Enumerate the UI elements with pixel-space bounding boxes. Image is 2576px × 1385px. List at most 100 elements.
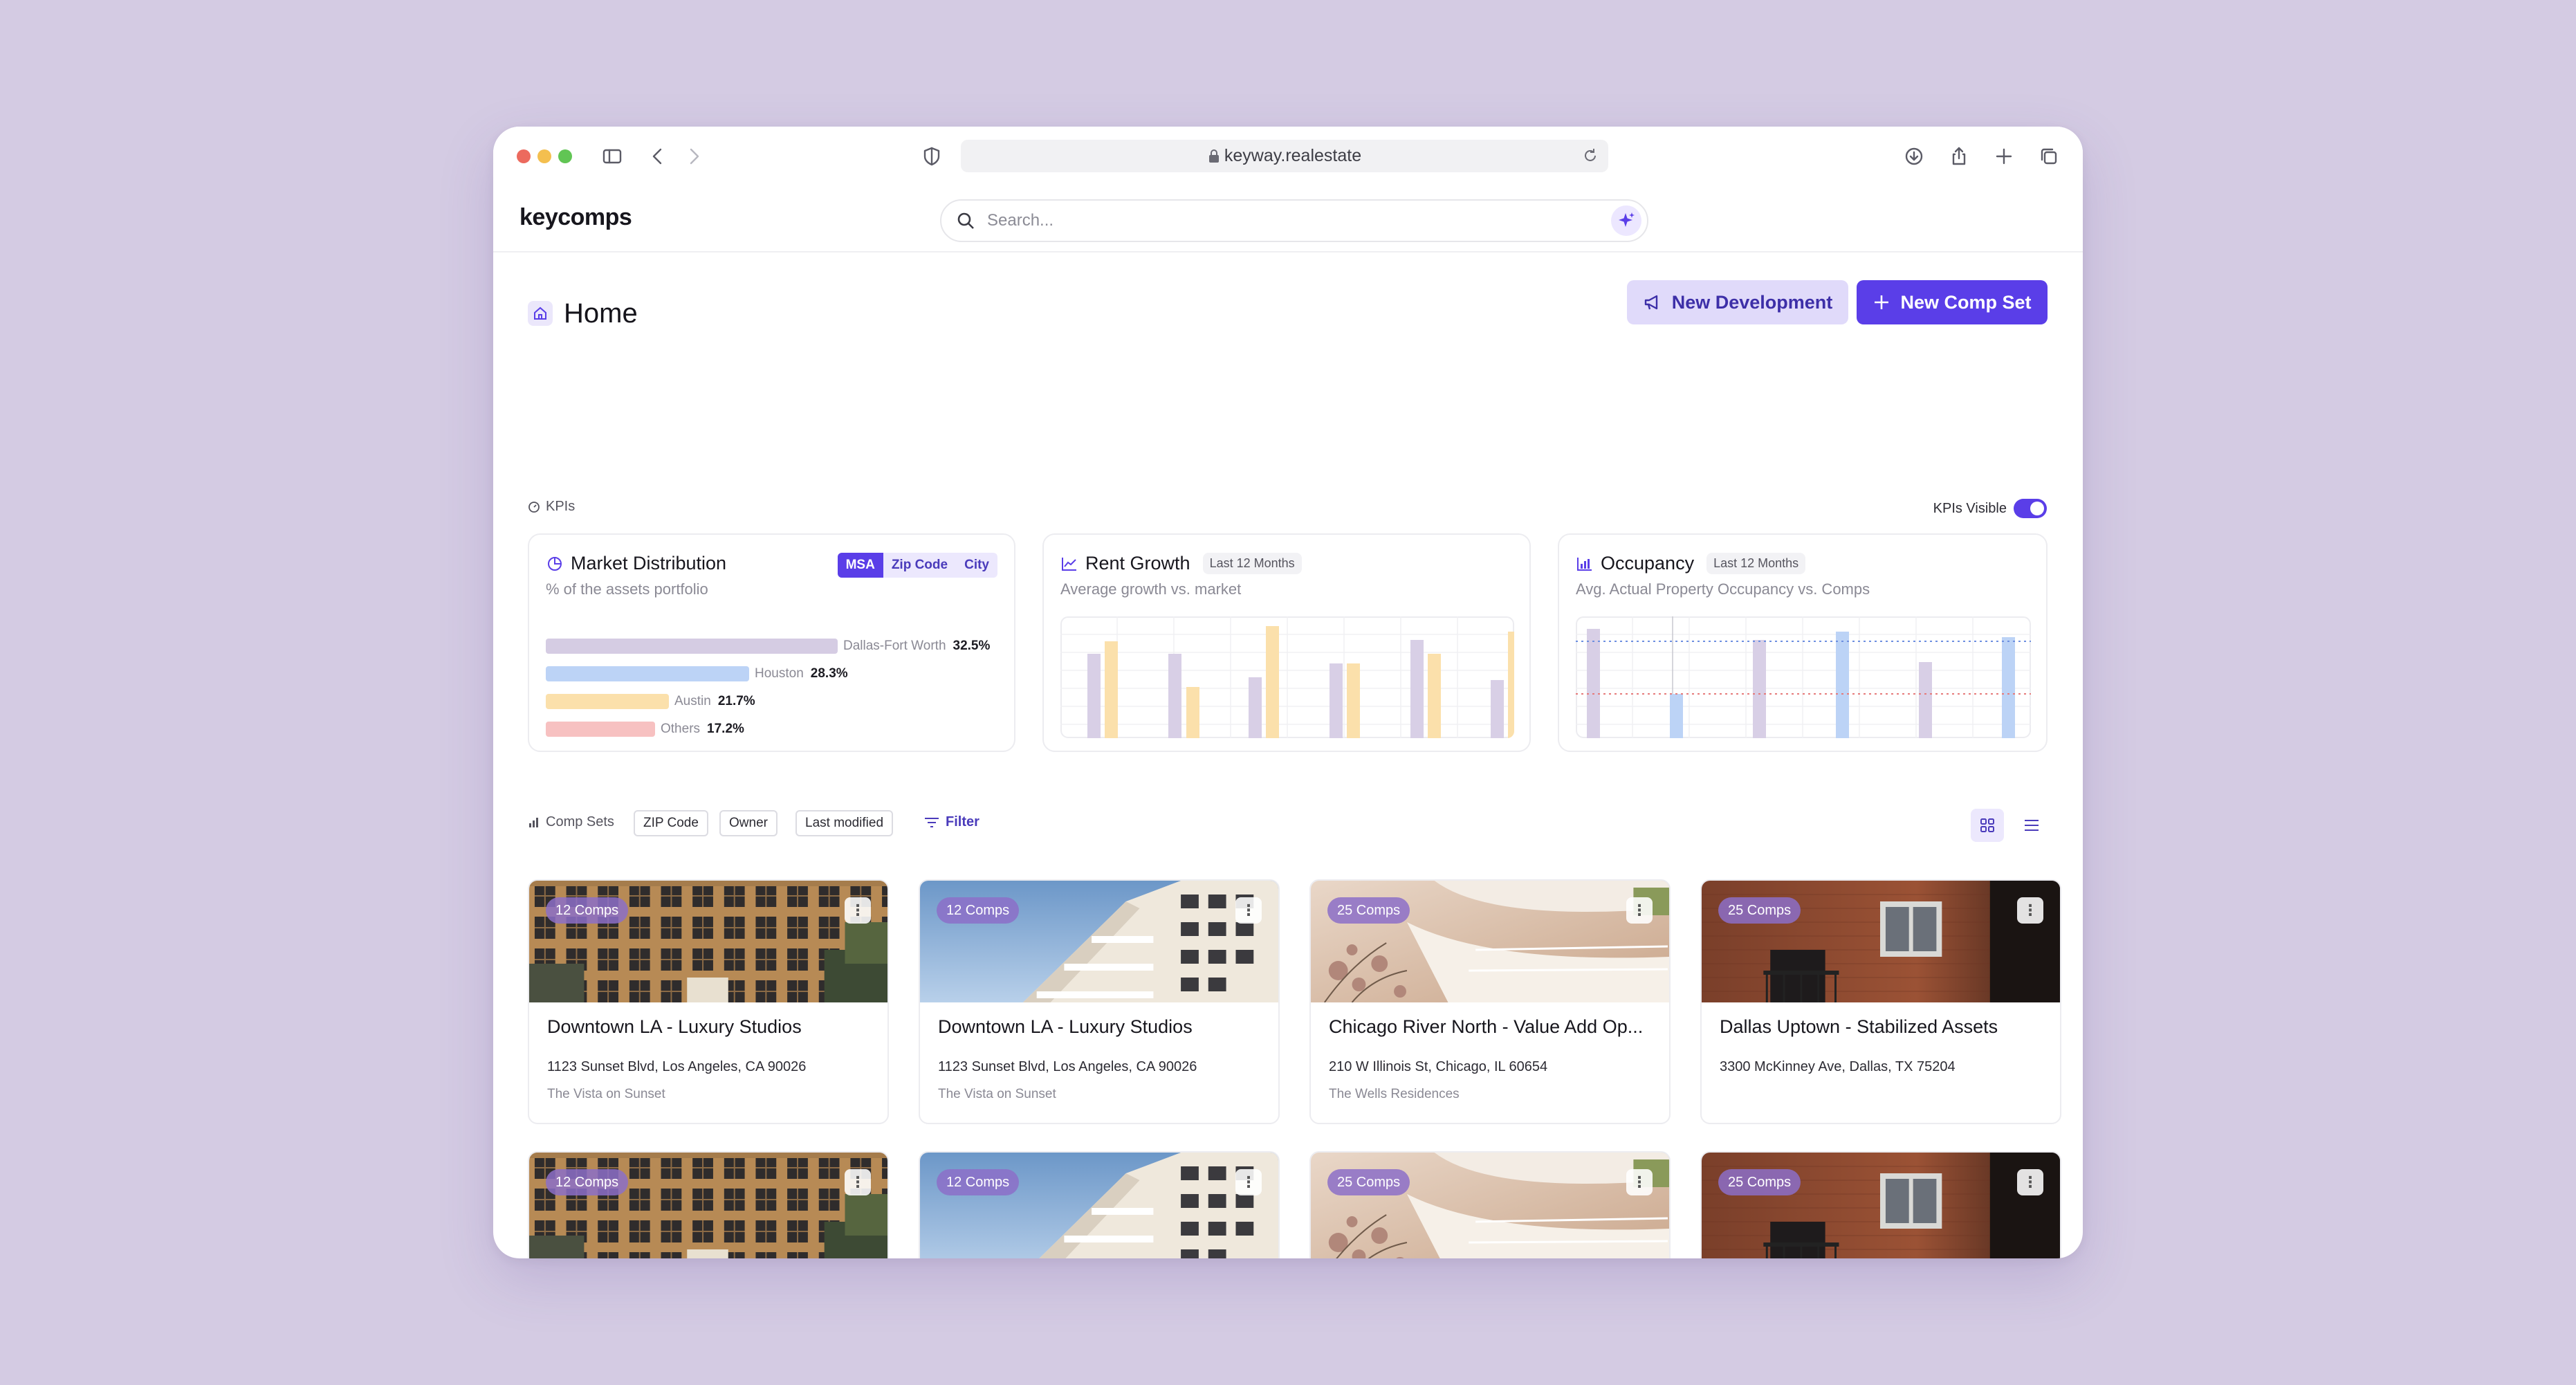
- ai-sparkle-button[interactable]: [1611, 205, 1641, 236]
- comp-set-card[interactable]: 12 Comps⋮Downtown LA - Luxury Studios112…: [528, 879, 889, 1124]
- chip-owner[interactable]: Owner: [719, 810, 778, 836]
- comps-count-badge: 25 Comps: [1718, 1169, 1801, 1195]
- tab-overview-icon[interactable]: [2036, 144, 2061, 169]
- pie-icon: [548, 556, 562, 571]
- new-tab-icon[interactable]: [1991, 144, 2016, 169]
- card-address: 1123 Sunset Blvd, Los Angeles, CA 90026: [938, 1059, 1197, 1074]
- sidebar-toggle-icon[interactable]: [600, 144, 625, 169]
- rent-growth-title: Rent Growth Last 12 Months: [1060, 553, 1302, 574]
- comp-set-card[interactable]: 12 Comps ⋮ Downtown LA - Luxury Studios 112…: [919, 879, 1280, 1124]
- card-title: Downtown LA - Luxury Studios: [547, 1016, 802, 1037]
- distribution-row: Houston 28.3%: [546, 666, 848, 681]
- comp-sets-text: Comp Sets: [546, 814, 614, 829]
- more-options-icon[interactable]: ⋮: [2017, 1169, 2043, 1195]
- distribution-bar: [546, 694, 669, 709]
- list-view-button[interactable]: [2015, 809, 2048, 842]
- comps-count-badge: 12 Comps: [937, 897, 1020, 924]
- bar-chart-icon: [1577, 557, 1592, 571]
- filter-button[interactable]: Filter: [923, 814, 979, 830]
- minimize-window-button[interactable]: [537, 149, 551, 163]
- download-icon[interactable]: [1902, 144, 1926, 169]
- tab-msa[interactable]: MSA: [837, 553, 883, 578]
- more-options-icon[interactable]: ⋮: [1235, 897, 1262, 924]
- more-options-icon[interactable]: ⋮: [845, 897, 871, 924]
- distribution-value: 17.2%: [707, 722, 744, 736]
- forward-icon[interactable]: [681, 144, 706, 169]
- comps-count-badge: 25 Comps: [1327, 1169, 1410, 1195]
- url-text: keyway.realestate: [1224, 146, 1362, 165]
- occupancy-period-badge: Last 12 Months: [1706, 553, 1806, 574]
- property-photo: [1702, 1153, 2060, 1258]
- comp-set-card[interactable]: 25 Comps⋮Chicago River North - Value Add…: [1309, 1151, 1671, 1258]
- more-options-icon[interactable]: ⋮: [2017, 897, 2043, 924]
- app-logo[interactable]: keycomps: [519, 204, 632, 231]
- filter-icon: [925, 817, 939, 827]
- market-scope-tabs: MSA Zip Code City: [837, 553, 997, 578]
- market-title-text: Market Distribution: [571, 553, 727, 574]
- card-title: Chicago River North - Value Add Op...: [1329, 1016, 1644, 1037]
- search-input[interactable]: Search...: [940, 199, 1648, 242]
- reload-icon[interactable]: [1582, 147, 1599, 164]
- list-icon: [2025, 820, 2039, 831]
- occupancy-chart: [1576, 616, 2031, 738]
- more-options-icon[interactable]: ⋮: [1235, 1169, 1262, 1195]
- more-options-icon[interactable]: ⋮: [845, 1169, 871, 1195]
- more-options-icon[interactable]: ⋮: [1626, 1169, 1653, 1195]
- property-photo: [1311, 1153, 1669, 1258]
- card-title: Downtown LA - Luxury Studios: [938, 1016, 1193, 1037]
- line-chart-icon: [1062, 557, 1076, 571]
- gauge-icon: [528, 501, 540, 513]
- comp-set-card[interactable]: 12 Comps⋮Downtown LA - Luxury Studios112…: [528, 1151, 889, 1258]
- share-icon[interactable]: [1947, 144, 1971, 169]
- close-window-button[interactable]: [517, 149, 531, 163]
- distribution-bar: [546, 639, 838, 654]
- rent-growth-period-badge: Last 12 Months: [1202, 553, 1302, 574]
- chip-last-modified[interactable]: Last modified: [795, 810, 894, 836]
- bar-chart-icon: [529, 817, 538, 827]
- comp-set-card[interactable]: 25 Comps ⋮ Chicago River North - Value Add…: [1309, 879, 1671, 1124]
- zoom-window-button[interactable]: [558, 149, 572, 163]
- kpis-visible-toggle[interactable]: [2014, 499, 2047, 518]
- comp-set-card[interactable]: 25 Comps⋮Dallas Uptown - Stabilized Asse…: [1700, 1151, 2061, 1258]
- new-comp-set-label: New Comp Set: [1900, 291, 2032, 313]
- comp-set-card[interactable]: 25 Comps ⋮ Dallas Uptown - Stabilized Asse…: [1700, 879, 2061, 1124]
- home-icon: [528, 301, 553, 326]
- distribution-label: Houston: [755, 666, 804, 681]
- property-photo: [920, 1153, 1278, 1258]
- back-icon[interactable]: [645, 144, 670, 169]
- market-subtitle: % of the assets portfolio: [546, 580, 708, 598]
- market-distribution-title: Market Distribution: [546, 553, 726, 574]
- comps-count-badge: 12 Comps: [546, 897, 629, 924]
- tab-city[interactable]: City: [956, 553, 997, 578]
- new-development-button[interactable]: New Development: [1627, 280, 1848, 324]
- address-bar[interactable]: keyway.realestate: [961, 140, 1608, 172]
- occupancy-title-text: Occupancy: [1601, 553, 1695, 574]
- more-options-icon[interactable]: ⋮: [1626, 897, 1653, 924]
- card-title: Dallas Uptown - Stabilized Assets: [1720, 1016, 1998, 1037]
- distribution-label: Austin: [674, 694, 711, 708]
- distribution-bar: [546, 722, 655, 737]
- app-header: keycomps Search...: [493, 186, 2083, 253]
- chip-zip-code[interactable]: ZIP Code: [634, 810, 708, 836]
- card-property-name: The Vista on Sunset: [938, 1087, 1056, 1101]
- search-icon: [957, 212, 974, 229]
- rent-growth-chart: [1060, 616, 1514, 738]
- market-distribution-card: Market Distribution % of the assets port…: [528, 533, 1015, 752]
- search-placeholder: Search...: [987, 211, 1054, 230]
- comps-count-badge: 25 Comps: [1327, 897, 1410, 924]
- grid-view-button[interactable]: [1971, 809, 2004, 842]
- comp-set-card[interactable]: 12 Comps⋮Downtown LA - Luxury Studios112…: [919, 1151, 1280, 1258]
- privacy-shield-icon[interactable]: [919, 144, 944, 169]
- sparkle-icon: [1619, 212, 1635, 227]
- kpis-section-label: KPIs: [528, 499, 575, 515]
- tab-zip-code[interactable]: Zip Code: [883, 553, 956, 578]
- card-address: 3300 McKinney Ave, Dallas, TX 75204: [1720, 1059, 1956, 1074]
- browser-window: keyway.realestate keycomps Search... Hom…: [493, 127, 2083, 1258]
- new-comp-set-button[interactable]: New Comp Set: [1857, 280, 2048, 324]
- distribution-label: Others: [661, 722, 701, 736]
- kpis-label: KPIs: [546, 499, 576, 514]
- card-address: 210 W Illinois St, Chicago, IL 60654: [1329, 1059, 1548, 1074]
- comps-count-badge: 25 Comps: [1718, 897, 1801, 924]
- card-property-name: The Wells Residences: [1329, 1087, 1460, 1101]
- main-content: Home New Development New Comp Set KPIs K…: [493, 253, 2083, 1258]
